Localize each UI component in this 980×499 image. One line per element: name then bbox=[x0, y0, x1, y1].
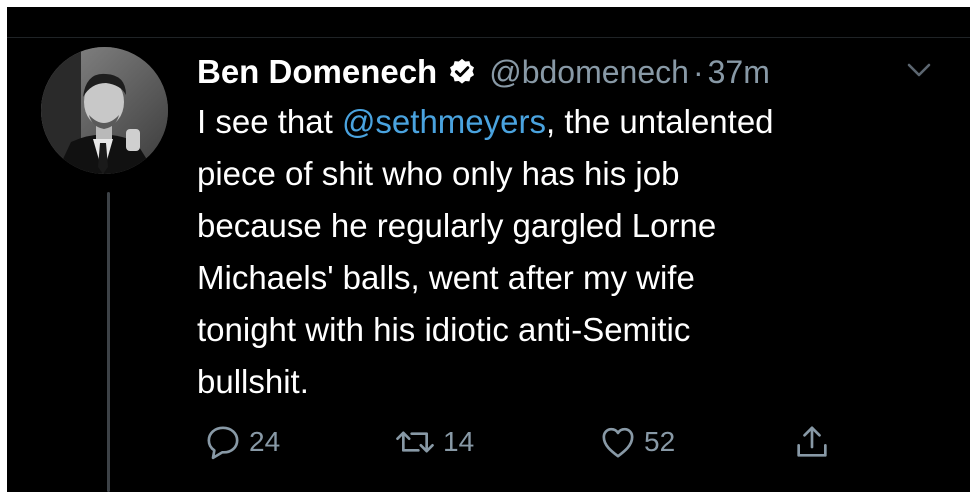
like-button[interactable]: 52 bbox=[598, 417, 675, 467]
tweet-card[interactable]: Ben Domenech @bdomenech · 37m I see that… bbox=[7, 7, 970, 492]
share-icon bbox=[797, 426, 827, 457]
divider bbox=[7, 37, 970, 38]
chevron-down-icon[interactable] bbox=[906, 61, 932, 79]
verified-badge-icon bbox=[450, 58, 475, 84]
like-count: 52 bbox=[644, 426, 676, 457]
share-button[interactable] bbox=[792, 417, 832, 467]
tweet-text: I see that @sethmeyers, the untalented p… bbox=[197, 96, 957, 408]
author-handle[interactable]: @bdomenech bbox=[489, 54, 689, 91]
separator-dot: · bbox=[692, 53, 704, 90]
author-name[interactable]: Ben Domenech bbox=[197, 53, 437, 91]
avatar-photo bbox=[41, 47, 168, 174]
tweet-text-line: bullshit. bbox=[197, 363, 309, 400]
mention-link[interactable]: @sethmeyers bbox=[342, 103, 546, 140]
tweet-header: Ben Domenech @bdomenech · 37m bbox=[197, 47, 770, 97]
text-segment: I see that bbox=[197, 103, 342, 140]
tweet-text-line: piece of shit who only has his job bbox=[197, 155, 680, 192]
thread-line bbox=[107, 192, 110, 492]
timestamp[interactable]: 37m bbox=[708, 54, 770, 91]
avatar[interactable] bbox=[41, 47, 168, 174]
text-segment: , the untalented bbox=[546, 103, 774, 140]
retweet-count: 14 bbox=[443, 426, 475, 457]
tweet-text-line: I see that @sethmeyers, the untalented bbox=[197, 96, 957, 148]
reply-count: 24 bbox=[249, 426, 281, 457]
retweet-button[interactable]: 14 bbox=[393, 417, 474, 467]
retweet-icon bbox=[396, 431, 434, 453]
action-bar: 24 14 52 bbox=[203, 417, 843, 467]
tweet-text-line: Michaels' balls, went after my wife bbox=[197, 259, 695, 296]
heart-icon bbox=[602, 427, 634, 458]
reply-icon bbox=[207, 426, 239, 460]
reply-button[interactable]: 24 bbox=[203, 417, 280, 467]
tweet-text-line: because he regularly gargled Lorne bbox=[197, 207, 717, 244]
tweet-text-line: tonight with his idiotic anti-Semitic bbox=[197, 311, 691, 348]
